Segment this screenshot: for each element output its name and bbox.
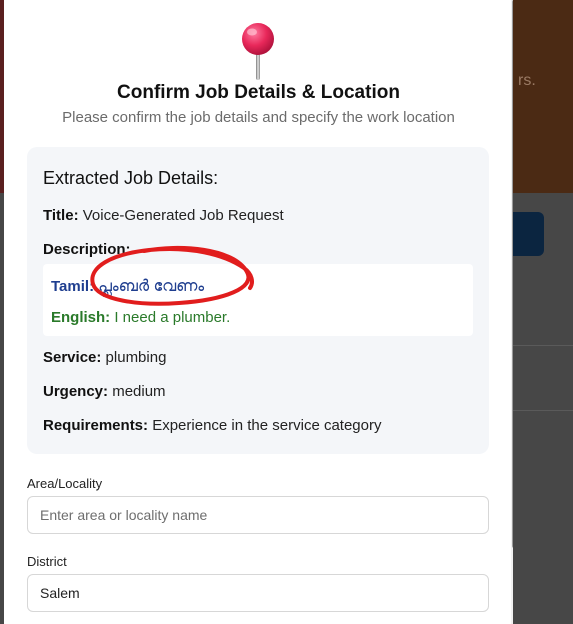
background-divider bbox=[513, 410, 573, 411]
urgency-row: Urgency: medium bbox=[43, 383, 166, 400]
area-input[interactable] bbox=[27, 496, 489, 534]
scrollbar-thumb[interactable] bbox=[512, 0, 513, 548]
description-box: Tamil: പ്ലംബർ വേണം English: I need a plu… bbox=[43, 264, 473, 336]
district-label: District bbox=[27, 554, 67, 569]
service-value: plumbing bbox=[105, 349, 167, 366]
title-row: Title: Voice-Generated Job Request bbox=[43, 207, 284, 224]
modal-subtitle: Please confirm the job details and speci… bbox=[62, 109, 455, 126]
area-label: Area/Locality bbox=[27, 476, 103, 491]
english-line: English: I need a plumber. bbox=[51, 309, 230, 326]
tamil-value: പ്ലംബർ വേണം bbox=[98, 278, 205, 295]
requirements-label: Requirements: bbox=[43, 417, 149, 434]
description-row: Description: bbox=[43, 241, 131, 258]
tamil-label: Tamil: bbox=[51, 278, 95, 295]
job-details-card: Extracted Job Details: Title: Voice-Gene… bbox=[27, 147, 489, 454]
english-value: I need a plumber. bbox=[114, 309, 231, 326]
background-hero-text: rs. bbox=[518, 72, 536, 89]
modal-title: Confirm Job Details & Location bbox=[117, 82, 400, 103]
english-label: English: bbox=[51, 309, 111, 326]
pushpin-icon bbox=[242, 23, 274, 80]
urgency-value: medium bbox=[112, 383, 166, 400]
confirm-job-modal: Confirm Job Details & Location Please co… bbox=[4, 0, 513, 624]
title-label: Title: bbox=[43, 207, 79, 224]
service-row: Service: plumbing bbox=[43, 349, 166, 366]
description-label: Description: bbox=[43, 241, 131, 258]
details-heading: Extracted Job Details: bbox=[43, 168, 219, 188]
background-divider bbox=[513, 345, 573, 346]
tamil-line: Tamil: പ്ലംബർ വേണം bbox=[51, 278, 204, 296]
urgency-label: Urgency: bbox=[43, 383, 109, 400]
title-value: Voice-Generated Job Request bbox=[82, 207, 284, 224]
service-label: Service: bbox=[43, 349, 102, 366]
requirements-value: Experience in the service category bbox=[152, 417, 382, 434]
district-input[interactable] bbox=[27, 574, 489, 612]
requirements-row: Requirements: Experience in the service … bbox=[43, 417, 382, 434]
